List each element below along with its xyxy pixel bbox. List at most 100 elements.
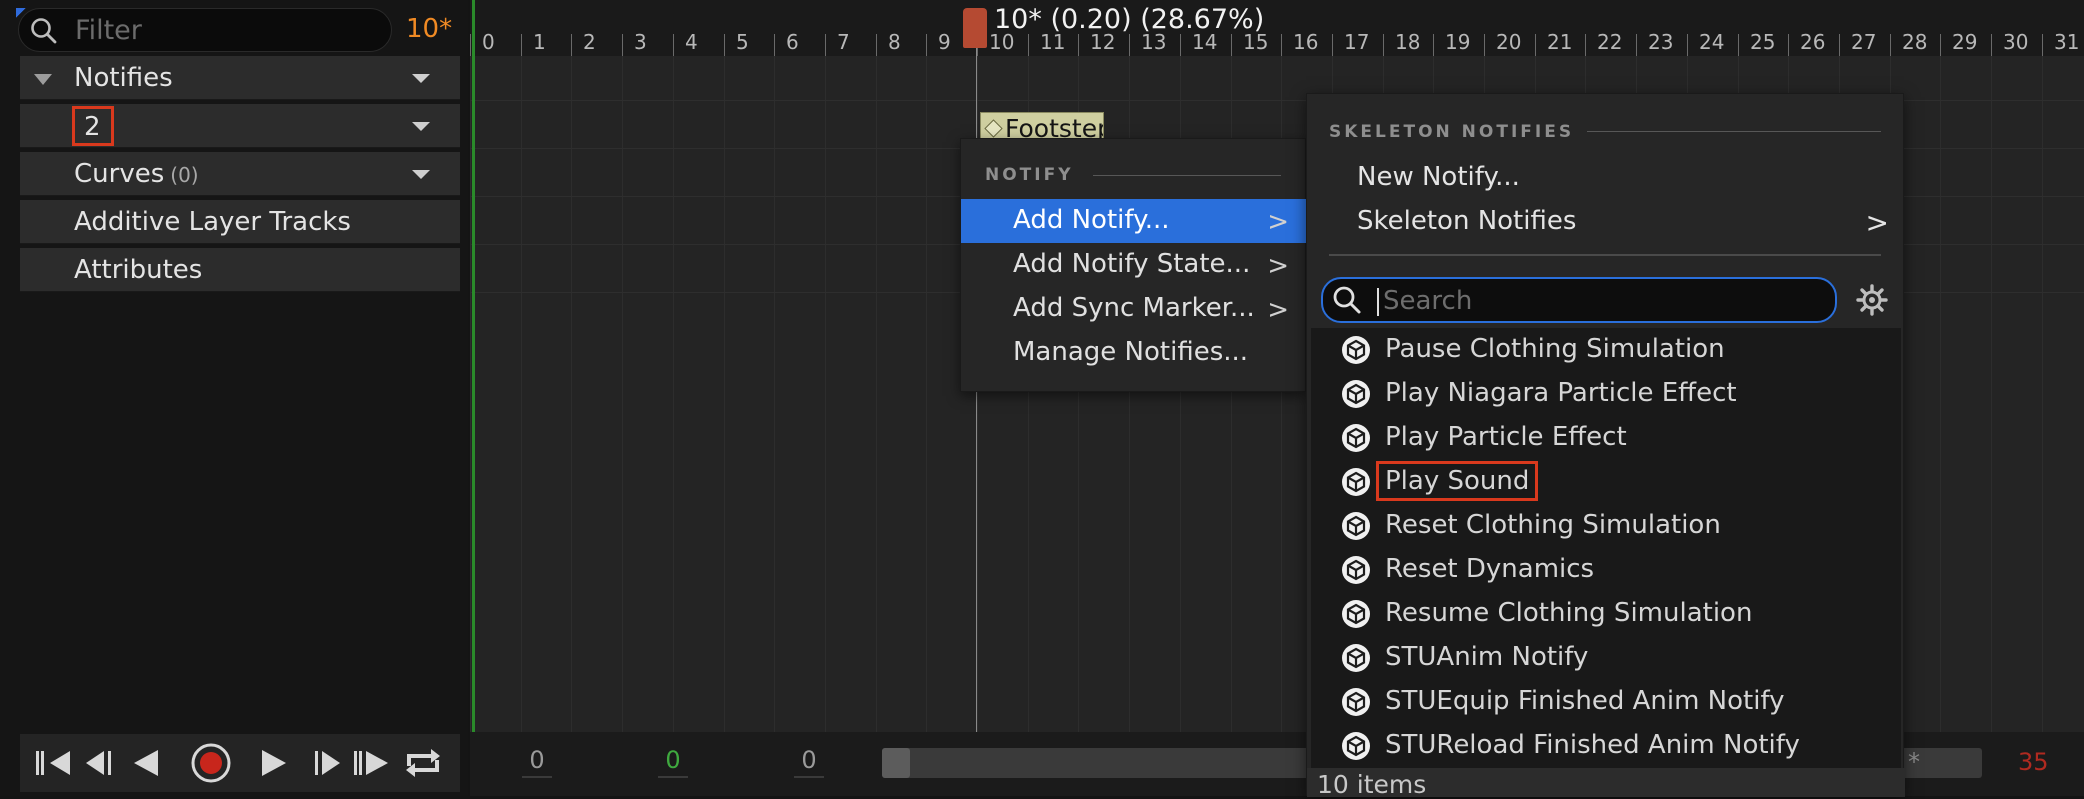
scrollbar-thumb[interactable] [882, 748, 910, 778]
menu-item-label: Add Notify... [1013, 205, 1170, 235]
ruler-tick-label: 17 [1344, 30, 1370, 54]
search-icon [29, 16, 59, 50]
blueprint-class-icon [1341, 687, 1371, 721]
transport-controls [20, 734, 460, 792]
list-footer: 10 items [1307, 768, 1905, 799]
menu-item-add-notify[interactable]: Add Notify... > [961, 199, 1307, 243]
list-item[interactable]: Play Sound [1311, 460, 1901, 504]
list-item-label: Play Particle Effect [1385, 422, 1627, 452]
blueprint-class-icon [1341, 467, 1371, 501]
ruler-tick-label: 6 [786, 30, 799, 54]
notify-search-input[interactable] [1381, 283, 1821, 319]
list-item[interactable]: Play Particle Effect [1311, 416, 1901, 460]
frame-gridline [774, 56, 775, 732]
range-end-value[interactable]: 35 [2018, 748, 2049, 776]
list-item-label: Reset Dynamics [1385, 554, 1595, 584]
ruler-tick [1231, 34, 1232, 56]
ruler-tick-label: 16 [1293, 30, 1319, 54]
track-attributes[interactable]: Attributes [20, 248, 460, 292]
ruler-tick [1585, 34, 1586, 56]
notify-diamond-icon [984, 119, 1003, 138]
filter-input[interactable] [73, 13, 373, 47]
list-item[interactable]: STUEquip Finished Anim Notify [1311, 680, 1901, 724]
ruler-tick [876, 34, 877, 56]
list-item-label: Play Niagara Particle Effect [1385, 378, 1737, 408]
list-item[interactable]: Reset Dynamics [1311, 548, 1901, 592]
menu-heading-notify: NOTIFY [985, 165, 1074, 185]
ruler-tick [2042, 34, 2043, 56]
ruler-tick-label: 22 [1597, 30, 1623, 54]
blueprint-class-icon [1341, 379, 1371, 413]
ruler-tick-label: 23 [1648, 30, 1674, 54]
gear-icon[interactable] [1855, 283, 1889, 321]
ruler-tick-label: 24 [1699, 30, 1725, 54]
jump-to-end-icon[interactable] [350, 742, 396, 784]
frame-gridline [622, 56, 623, 732]
ruler-tick [1332, 34, 1333, 56]
view-start-value[interactable]: 0 [794, 746, 824, 778]
list-item[interactable]: Resume Clothing Simulation [1311, 592, 1901, 636]
add-notify-submenu: SKELETON NOTIFIES New Notify... Skeleton… [1306, 93, 1905, 799]
current-frame-value[interactable]: 0 [658, 746, 688, 778]
list-item[interactable]: Play Niagara Particle Effect [1311, 372, 1901, 416]
frame-gridline [1940, 56, 1941, 732]
frame-ruler[interactable]: 0 1 2 3 4 5 6 7 8 9 10 11 12 13 14 15 16 17 18 19 20 21 22 23 24… [470, 0, 2084, 56]
notify-search-field[interactable] [1321, 277, 1837, 323]
menu-item-label: Add Sync Marker... [1013, 293, 1255, 323]
dropdown-arrow-icon[interactable] [412, 170, 430, 179]
list-item-label: STUAnim Notify [1385, 642, 1589, 672]
menu-item-add-notify-state[interactable]: Add Notify State... > [961, 243, 1307, 287]
ruler-tick-label: 7 [837, 30, 850, 54]
item-count: 10 items [1317, 770, 1427, 799]
step-back-icon[interactable] [78, 742, 124, 784]
track-notifies[interactable]: Notifies [20, 56, 460, 100]
panel-accent-corner [16, 8, 26, 18]
record-icon[interactable] [188, 742, 234, 784]
list-item[interactable]: STUAnim Notify [1311, 636, 1901, 680]
ruler-tick [1433, 34, 1434, 56]
loop-icon[interactable] [400, 742, 446, 784]
list-item[interactable]: STUReload Finished Anim Notify [1311, 724, 1901, 768]
chevron-right-icon: > [1267, 251, 1289, 281]
expand-arrow-icon[interactable] [34, 74, 52, 85]
menu-item-new-notify[interactable]: New Notify... [1307, 156, 1905, 200]
ruler-tick-label: 19 [1445, 30, 1471, 54]
track-label: Additive Layer Tracks [74, 207, 351, 237]
list-item-label: Play Sound [1375, 461, 1539, 501]
list-item[interactable]: Pause Clothing Simulation [1311, 328, 1901, 372]
track-label: Curves (0) [74, 159, 199, 189]
list-item[interactable]: Reset Clothing Simulation [1311, 504, 1901, 548]
ruler-tick-label: 21 [1547, 30, 1573, 54]
ruler-tick-label: 18 [1395, 30, 1421, 54]
playhead-handle[interactable] [963, 8, 987, 48]
dropdown-arrow-icon[interactable] [412, 122, 430, 131]
menu-item-manage-notifies[interactable]: Manage Notifies... [961, 331, 1307, 375]
track-additive-layer[interactable]: Additive Layer Tracks [20, 200, 460, 244]
blueprint-class-icon [1341, 423, 1371, 457]
menu-item-add-sync-marker[interactable]: Add Sync Marker... > [961, 287, 1307, 331]
track-curves[interactable]: Curves (0) [20, 152, 460, 196]
play-reverse-icon[interactable] [124, 742, 170, 784]
track-notify-2[interactable]: 2 [20, 104, 460, 148]
track-label-text: Curves [74, 159, 165, 189]
blueprint-class-icon [1341, 731, 1371, 765]
frame-gridline [1991, 56, 1992, 732]
frame-gridline [571, 56, 572, 732]
jump-to-start-icon[interactable] [32, 742, 78, 784]
ruler-tick [1535, 34, 1536, 56]
play-icon[interactable] [250, 742, 296, 784]
range-start-value[interactable]: 0 [522, 746, 552, 778]
dropdown-arrow-icon[interactable] [412, 74, 430, 83]
filter-field[interactable] [18, 8, 392, 52]
track-label: Attributes [74, 255, 203, 285]
ruler-tick [1180, 34, 1181, 56]
menu-item-label: Add Notify State... [1013, 249, 1251, 279]
menu-item-skeleton-notifies[interactable]: Skeleton Notifies > [1307, 200, 1905, 244]
ruler-tick [622, 34, 623, 56]
ruler-tick-label: 26 [1800, 30, 1826, 54]
ruler-tick-label: 30 [2003, 30, 2029, 54]
ruler-tick-label: 8 [888, 30, 901, 54]
step-forward-icon[interactable] [304, 742, 350, 784]
chevron-right-icon: > [1267, 295, 1289, 325]
list-item-label: STUReload Finished Anim Notify [1385, 730, 1800, 760]
